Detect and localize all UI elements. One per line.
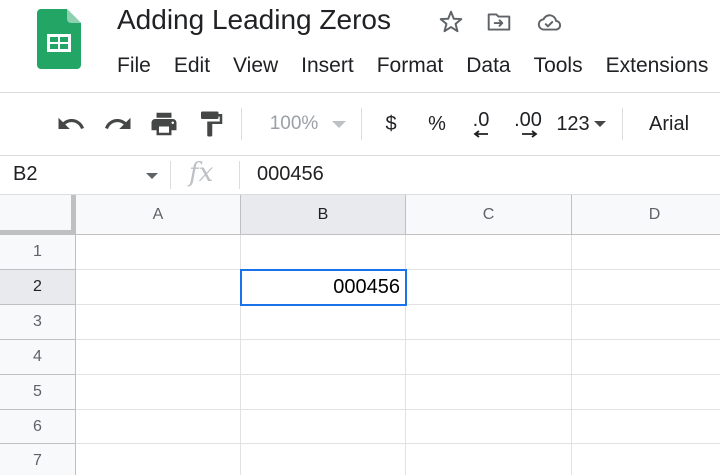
row-header-3[interactable]: 3 [0,305,76,340]
toolbar: 100% $ % .0 .00 123 Arial [0,93,720,155]
row-header-5[interactable]: 5 [0,375,76,410]
paint-format-button[interactable] [193,93,229,155]
cell-d4[interactable] [572,340,720,375]
decrease-decimal-label: .0 [472,109,490,131]
row-header-2[interactable]: 2 [0,270,76,305]
menu-tools[interactable]: Tools [534,54,583,80]
row-header-1[interactable]: 1 [0,235,76,270]
cell-b5[interactable] [241,375,406,410]
row-header-4[interactable]: 4 [0,340,76,375]
font-family-value: Arial [649,112,690,135]
cell-b6[interactable] [241,410,406,444]
cell-a3[interactable] [76,305,241,340]
undo-button[interactable] [53,93,89,155]
star-icon[interactable] [438,9,464,35]
name-box[interactable]: B2 [13,163,37,186]
menu-format[interactable]: Format [377,54,444,80]
paint-format-icon [201,111,223,137]
font-family-select[interactable]: Arial [636,93,720,155]
column-header-a[interactable]: A [76,195,241,235]
formula-bar: B2 fx 000456 [0,156,720,194]
more-formats-label: 123 [556,112,590,135]
cell-c6[interactable] [406,410,572,444]
menu-extensions[interactable]: Extensions [606,54,709,80]
cell-d7[interactable] [572,444,720,475]
cell-c4[interactable] [406,340,572,375]
cell-d6[interactable] [572,410,720,444]
percent-label: % [428,112,446,135]
undo-icon [58,117,84,129]
cell-b7[interactable] [241,444,406,475]
cell-c7[interactable] [406,444,572,475]
menu-data[interactable]: Data [466,54,510,80]
increase-decimal-label: .00 [514,109,542,131]
cell-a1[interactable] [76,235,241,270]
menu-bar: File Edit View Insert Format Data Tools … [117,54,720,80]
cell-d2[interactable] [572,270,720,305]
percent-format-button[interactable]: % [421,93,453,155]
formula-input[interactable]: 000456 [257,163,324,186]
select-all-corner[interactable] [0,195,76,235]
document-title[interactable]: Adding Leading Zeros [117,4,391,36]
arrow-right-icon [522,130,538,138]
arrow-left-icon [473,130,488,138]
menu-file[interactable]: File [117,54,151,80]
cell-b3[interactable] [241,305,406,340]
zoom-dropdown-icon [332,120,347,128]
formula-separator [170,161,171,189]
row-header-6[interactable]: 6 [0,410,76,444]
column-header-b[interactable]: B [241,195,406,235]
cell-c3[interactable] [406,305,572,340]
cell-c5[interactable] [406,375,572,410]
cell-a6[interactable] [76,410,241,444]
cell-c1[interactable] [406,235,572,270]
menu-edit[interactable]: Edit [174,54,210,80]
column-header-d[interactable]: D [572,195,720,235]
fx-icon: fx [189,158,214,188]
print-icon [151,112,177,136]
menu-insert[interactable]: Insert [301,54,354,80]
toolbar-separator [622,108,623,140]
currency-label: $ [385,112,397,135]
cell-c2[interactable] [406,270,572,305]
increase-decimal-button[interactable]: .00 [507,93,549,155]
more-formats-button[interactable]: 123 [552,93,610,155]
zoom-value: 100% [269,113,319,134]
app-header: Adding Leading Zeros File Edit View Inse… [0,0,720,92]
menu-view[interactable]: View [233,54,278,80]
row-header-7[interactable]: 7 [0,444,76,475]
print-button[interactable] [146,93,182,155]
cell-a7[interactable] [76,444,241,475]
formula-separator [239,161,240,189]
zoom-select[interactable]: 100% [258,93,358,155]
redo-button[interactable] [100,93,136,155]
cell-d5[interactable] [572,375,720,410]
cell-d3[interactable] [572,305,720,340]
move-to-folder-icon[interactable] [486,9,512,35]
cell-b1[interactable] [241,235,406,270]
cloud-saved-icon[interactable] [536,9,562,35]
toolbar-separator [361,108,362,140]
decrease-decimal-button[interactable]: .0 [462,93,500,155]
more-formats-dropdown-icon [593,121,606,127]
column-header-c[interactable]: C [406,195,572,235]
cell-a5[interactable] [76,375,241,410]
spreadsheet-grid: A B C D 1 2 3 4 5 6 7 000456 [0,195,720,475]
currency-format-button[interactable]: $ [375,93,407,155]
name-box-dropdown-icon[interactable] [146,173,158,179]
cell-a4[interactable] [76,340,241,375]
cell-d1[interactable] [572,235,720,270]
cell-b2-selected[interactable]: 000456 [240,269,407,306]
redo-icon [105,117,131,129]
cell-b4[interactable] [241,340,406,375]
cell-a2[interactable] [76,270,241,305]
sheets-logo-icon[interactable] [37,9,81,69]
toolbar-separator [241,108,242,140]
